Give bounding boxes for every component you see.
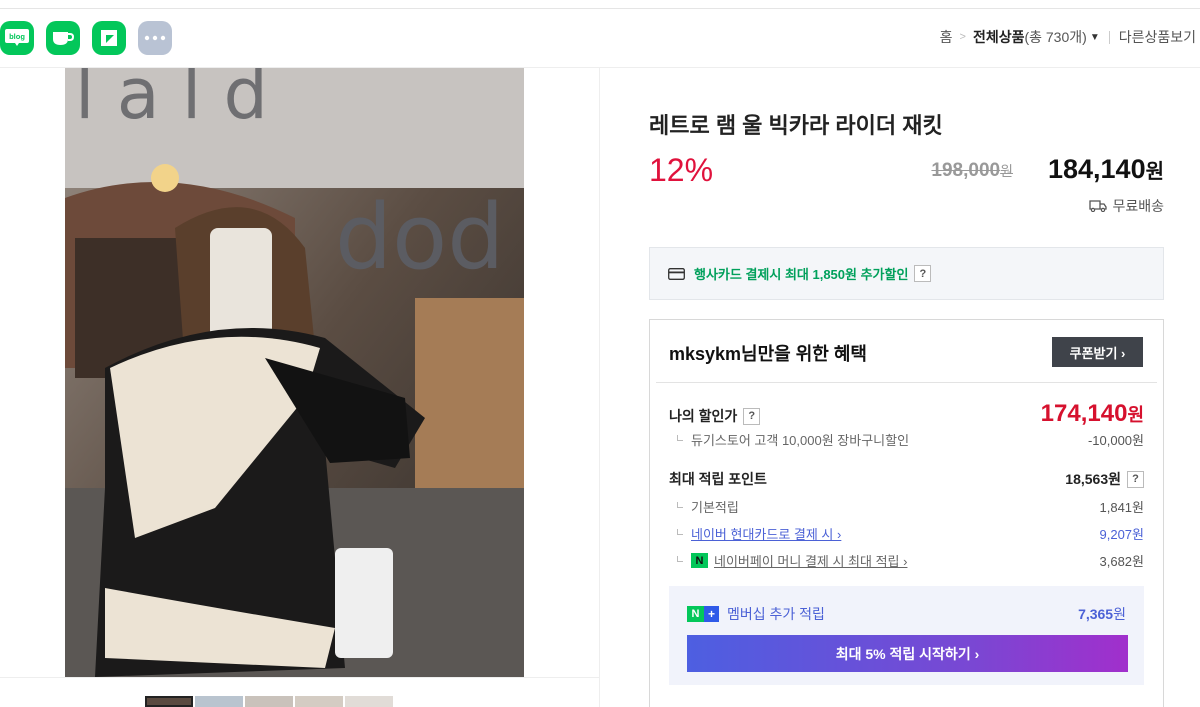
personal-benefit-box: mksykm님만을 위한 혜택 쿠폰받기 › 나의 할인가 ? 174,140원… (649, 319, 1164, 707)
hyundai-card-row: 네이버 현대카드로 결제 시 › 9,207원 (669, 524, 1144, 542)
truck-icon (1089, 200, 1108, 212)
membership-box: N + 멤버십 추가 적립 7,365원 최대 5% 적립 시작하기 › (669, 586, 1144, 685)
my-price-row: 나의 할인가 ? 174,140원 (669, 400, 1144, 430)
credit-card-icon (668, 267, 685, 280)
svg-text:dod: dod (335, 185, 504, 290)
help-icon[interactable]: ? (914, 265, 932, 282)
shipping-text: 무료배송 (1112, 198, 1164, 214)
basic-points-row: 기본적립 1,841원 (669, 497, 1144, 515)
breadcrumb-count: (총 730개) (1024, 29, 1087, 45)
naver-n-badge: N (687, 606, 704, 622)
thumbnail-item[interactable] (145, 696, 193, 707)
other-products-link[interactable]: 다른상품보기 (1119, 27, 1196, 47)
product-title: 레트로 램 울 빅카라 라이더 재킷 (649, 113, 943, 138)
npay-money-link[interactable]: 네이버페이 머니 결제 시 최대 적립 › (714, 551, 907, 570)
shipping-info: 무료배송 (1089, 196, 1164, 216)
help-icon[interactable]: ? (743, 407, 761, 425)
tick-icon (677, 434, 683, 441)
hyundai-card-value: 9,207원 (1099, 527, 1145, 542)
tick-icon (677, 555, 683, 562)
membership-value: 7,365원 (1078, 604, 1126, 624)
breadcrumb-divider (1108, 30, 1110, 44)
sale-price-unit: 원 (1145, 161, 1164, 183)
thumbnail-item[interactable] (245, 696, 293, 707)
breadcrumb: 홈 > 전체상품 (총 730개) ▼ 다른상품보기 (940, 27, 1196, 47)
breadcrumb-separator-icon: > (959, 31, 966, 43)
naver-plus-icon: N + (687, 606, 719, 622)
cafe-cup-icon (53, 32, 75, 45)
tick-icon (677, 528, 683, 535)
basic-points-value: 1,841원 (1099, 500, 1145, 515)
original-price: 198,000원 (931, 160, 1013, 182)
membership-unit: 원 (1113, 606, 1126, 622)
plus-badge: + (704, 606, 719, 622)
store-discount-value: -10,000원 (1087, 433, 1144, 448)
sale-price: 184,140원 (1048, 154, 1164, 185)
svg-text:l a l d: l a l d (75, 68, 268, 135)
npay-money-value: 3,682원 (1099, 554, 1145, 569)
discount-rate: 12% (649, 152, 714, 188)
start-membership-button[interactable]: 최대 5% 적립 시작하기 › (687, 635, 1128, 672)
membership-number: 7,365 (1078, 606, 1114, 622)
points-value: 18,563원 (1065, 471, 1121, 487)
my-price-number: 174,140 (1040, 400, 1128, 427)
tick-icon (677, 501, 683, 508)
header: blog 홈 > 전체상품 (총 730개) ▼ 다른상품보기 (0, 9, 1200, 68)
cafe-share-button[interactable] (46, 21, 80, 55)
svg-text:blog: blog (9, 32, 25, 41)
caret-down-icon[interactable]: ▼ (1090, 32, 1100, 43)
share-bar: blog (0, 21, 184, 55)
store-discount-row: 듀기스토어 고객 10,000원 장바구니할인 -10,000원 (669, 430, 1144, 448)
points-row: 최대 적립 포인트 18,563원 ? (669, 469, 1144, 491)
membership-row: N + 멤버십 추가 적립 (687, 604, 825, 624)
my-price-label: 나의 할인가 (669, 408, 738, 424)
gallery-divider (0, 677, 600, 678)
product-main-image[interactable]: l a l d dod (65, 68, 524, 677)
blog-share-button[interactable]: blog (0, 21, 34, 55)
product-photo-illustration: l a l d dod (65, 68, 524, 677)
thumbnail-item[interactable] (195, 696, 243, 707)
help-icon[interactable]: ? (1127, 470, 1144, 488)
points-label: 최대 적립 포인트 (669, 471, 767, 487)
more-dots-icon (144, 35, 166, 41)
breadcrumb-category[interactable]: 전체상품 (973, 27, 1025, 47)
thumbnail-item[interactable] (295, 696, 343, 707)
membership-label: 멤버십 추가 적립 (727, 606, 825, 622)
original-price-value: 198,000 (931, 160, 1001, 181)
hyundai-card-link[interactable]: 네이버 현대카드로 결제 시 › (691, 524, 841, 543)
npay-money-row: N 네이버페이 머니 결제 시 최대 적립 › 3,682원 (669, 551, 1144, 569)
arrow-share-icon (101, 30, 117, 46)
benefit-divider (656, 382, 1157, 383)
my-price-value: 174,140원 (1041, 400, 1144, 428)
thumbnail-item[interactable] (345, 696, 393, 707)
more-share-button[interactable] (138, 21, 172, 55)
card-benefit-box: 행사카드 결제시 최대 1,850원 추가할인 ? (649, 247, 1164, 300)
basic-points-label: 기본적립 (691, 500, 739, 515)
sale-price-value: 184,140 (1047, 154, 1146, 184)
product-gallery: l a l d dod (0, 68, 600, 707)
blog-icon: blog (5, 29, 29, 46)
store-discount-label: 듀기스토어 고객 10,000원 장바구니할인 (691, 433, 910, 448)
my-price-unit: 원 (1127, 405, 1144, 425)
thumbnail-strip (145, 696, 395, 707)
breadcrumb-home[interactable]: 홈 (940, 27, 953, 47)
card-benefit-text[interactable]: 행사카드 결제시 최대 1,850원 추가할인 (694, 264, 908, 283)
original-price-unit: 원 (1000, 163, 1013, 179)
benefit-heading: mksykm님만을 위한 혜택 (669, 344, 867, 364)
coupon-button[interactable]: 쿠폰받기 › (1052, 337, 1143, 367)
kakao-share-button[interactable] (92, 21, 126, 55)
npay-icon: N (691, 553, 708, 568)
